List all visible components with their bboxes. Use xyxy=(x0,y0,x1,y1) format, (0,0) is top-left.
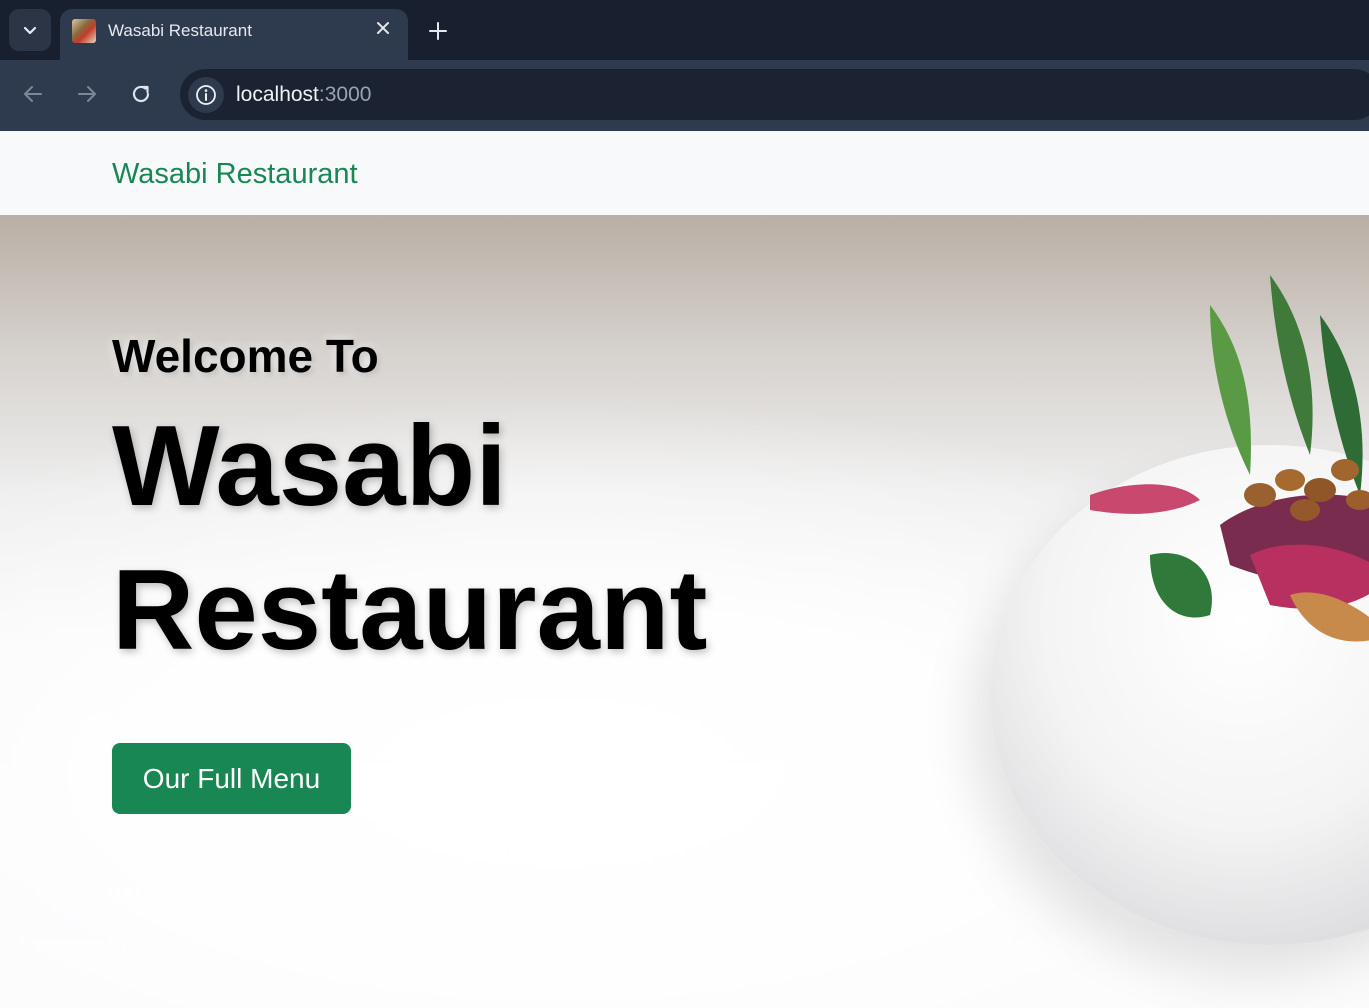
tab-title: Wasabi Restaurant xyxy=(108,21,252,40)
hero-title-line-2: Restaurant xyxy=(112,547,708,674)
reload-button[interactable] xyxy=(124,77,158,111)
navbar-brand-link[interactable]: Wasabi Restaurant xyxy=(112,158,358,191)
close-icon xyxy=(377,22,389,34)
hero-welcome-text: Welcome To xyxy=(112,330,379,382)
address-bar[interactable]: localhost:3000 xyxy=(180,69,1369,120)
tab-close-button[interactable] xyxy=(372,17,394,39)
browser-toolbar: localhost:3000 xyxy=(0,60,1369,131)
forward-arrow-icon xyxy=(78,86,96,102)
forward-button[interactable] xyxy=(70,77,104,111)
active-tab[interactable]: Wasabi Restaurant xyxy=(60,9,408,60)
plus-icon xyxy=(429,22,447,40)
info-icon xyxy=(196,85,216,105)
site-info-button[interactable] xyxy=(188,77,224,113)
salad-image xyxy=(1090,275,1369,642)
url-text: localhost:3000 xyxy=(236,83,371,107)
hero-title-line-1: Wasabi xyxy=(112,403,507,530)
back-button[interactable] xyxy=(16,77,50,111)
new-tab-button[interactable] xyxy=(424,17,452,45)
url-host: localhost xyxy=(236,83,319,106)
tab-strip: Wasabi Restaurant xyxy=(0,0,1369,60)
page-viewport: Wasabi Restaurant Welcome To Wasabi Rest… xyxy=(0,131,1369,1008)
chevron-down-icon xyxy=(23,26,37,35)
url-port: :3000 xyxy=(318,83,372,106)
full-menu-button[interactable]: Our Full Menu xyxy=(112,743,351,814)
tab-search-button[interactable] xyxy=(9,9,51,51)
site-navbar: Wasabi Restaurant xyxy=(0,131,1369,215)
favicon xyxy=(72,19,96,43)
reload-icon xyxy=(132,85,150,103)
back-arrow-icon xyxy=(24,86,42,102)
hero-title: Wasabi Restaurant xyxy=(112,395,912,683)
hero-section: Welcome To Wasabi Restaurant Our Full Me… xyxy=(0,215,1369,1008)
